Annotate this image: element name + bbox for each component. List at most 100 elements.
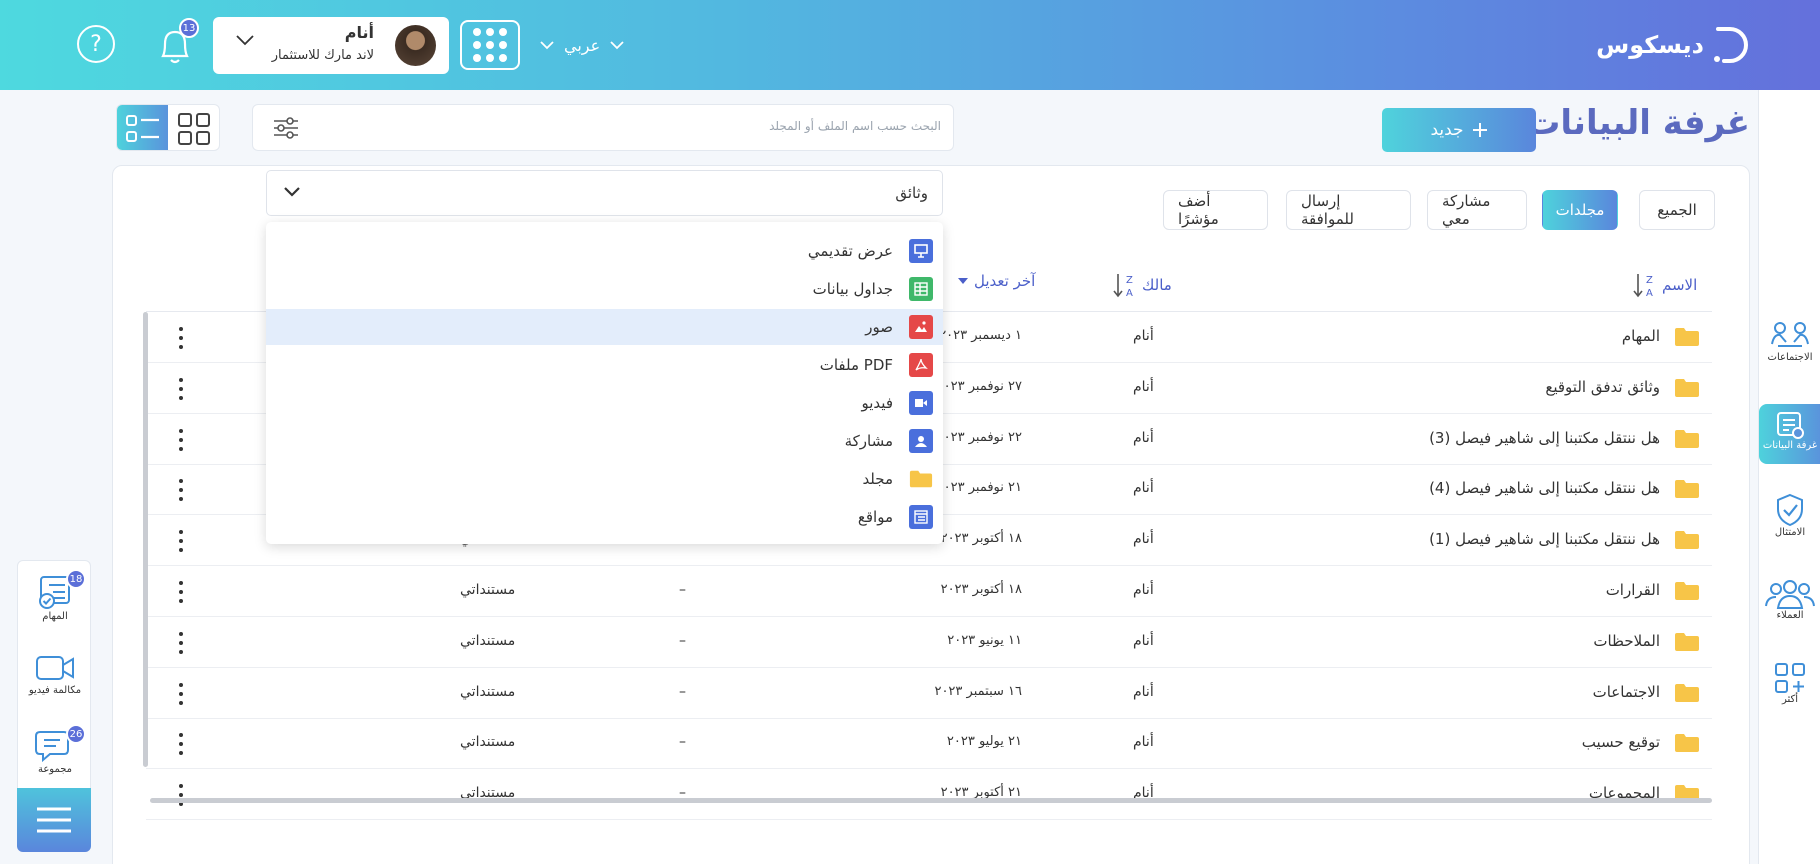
nav-more-label: أكثر <box>1781 694 1799 705</box>
nav-tasks[interactable]: المهام 18 <box>18 569 92 639</box>
help-button[interactable]: ? <box>77 25 115 63</box>
folder-icon <box>1675 429 1699 448</box>
folder-icon <box>1675 531 1699 550</box>
row-owner: أنام <box>1133 378 1154 395</box>
spreadsheet-icon <box>909 277 933 301</box>
table-row[interactable]: القرارات أنام ١٨ أكتوبر ٢٠٢٣ – مستنداتي <box>146 567 1712 617</box>
row-location: مستنداتي <box>460 632 516 649</box>
nav-compliance[interactable]: الامتثال <box>1759 493 1820 553</box>
column-header-name[interactable]: ZA الاسم <box>1632 272 1697 298</box>
chip-sent-for-approval[interactable]: إرسال للموافقة <box>1286 190 1411 230</box>
nav-video-call-label: مكالمة فيديو <box>28 685 82 696</box>
avatar <box>395 25 436 66</box>
vertical-scrollbar[interactable] <box>143 312 148 767</box>
file-type-option-label: جداول بيانات <box>812 280 893 298</box>
file-type-option[interactable]: مواقع <box>266 499 943 535</box>
row-modified: ١١ يونيو ٢٠٢٣ <box>947 632 1022 648</box>
grid-view-button[interactable] <box>168 105 219 150</box>
apps-grid-button[interactable] <box>460 20 520 70</box>
chip-shared-with-me[interactable]: مشاركة معي <box>1427 190 1527 230</box>
new-button[interactable]: جديد <box>1382 108 1536 152</box>
hamburger-menu-button[interactable] <box>17 788 91 852</box>
search-input[interactable]: البحث حسب اسم الملف أو المجلد <box>252 104 954 151</box>
row-more-icon[interactable] <box>176 376 186 402</box>
language-selector[interactable]: عربي <box>540 28 624 62</box>
row-owner: أنام <box>1133 531 1154 548</box>
nav-compliance-label: الامتثال <box>1774 527 1806 538</box>
language-label: عربي <box>564 35 601 55</box>
chevron-down-icon <box>540 41 554 50</box>
nav-group[interactable]: مجموعة 26 <box>18 724 92 790</box>
column-header-owner-label: مالك <box>1142 276 1172 294</box>
row-more-icon[interactable] <box>176 427 186 453</box>
apps-grid-icon <box>473 28 507 62</box>
file-type-option[interactable]: ملفات PDF <box>266 347 943 383</box>
file-type-option-label: صور <box>865 318 893 336</box>
file-type-option[interactable]: مشاركة <box>266 423 943 459</box>
logo-text: ديسكوس <box>1596 31 1704 59</box>
row-more-icon[interactable] <box>176 782 186 808</box>
help-icon: ? <box>90 31 102 57</box>
nav-video-call[interactable]: مكالمة فيديو <box>18 651 92 715</box>
row-more-icon[interactable] <box>176 579 186 605</box>
chevron-down-icon <box>236 35 254 46</box>
row-more-icon[interactable] <box>176 325 186 351</box>
column-header-modified[interactable]: آخر تعديل <box>958 272 1035 290</box>
notifications-button[interactable]: 13 <box>155 18 199 68</box>
row-name: توقيع حسيب <box>1581 733 1660 752</box>
row-name: وثائق تدفق التوقيع <box>1545 377 1660 396</box>
row-name: القرارات <box>1605 581 1660 599</box>
file-type-option[interactable]: جداول بيانات <box>266 271 943 307</box>
row-more-icon[interactable] <box>176 731 186 757</box>
list-view-icon <box>125 114 159 142</box>
video-call-icon <box>36 656 74 680</box>
nav-more[interactable]: أكثر <box>1759 662 1820 722</box>
row-more-icon[interactable] <box>176 681 186 707</box>
row-more-icon[interactable] <box>176 630 186 656</box>
table-row[interactable]: توقيع حسيب أنام ٢١ يوليو ٢٠٢٣ – مستنداتي <box>146 719 1712 770</box>
nav-clients[interactable]: العملاء <box>1759 578 1820 638</box>
row-owner: أنام <box>1133 582 1154 598</box>
filter-icon[interactable] <box>273 116 299 140</box>
table-row[interactable]: المجموعات أنام ٢١ أكتوبر ٢٠٢٣– مستنداتي <box>146 770 1712 821</box>
nav-meetings[interactable]: الاجتماعات <box>1759 320 1820 380</box>
row-more-icon[interactable] <box>176 477 186 503</box>
nav-dataroom[interactable]: غرفة البيانات <box>1759 404 1820 464</box>
file-type-select[interactable]: وثائق <box>266 170 943 216</box>
folder-icon <box>1675 378 1699 397</box>
chip-folders[interactable]: مجلدات <box>1542 190 1618 230</box>
row-owner: أنام <box>1133 328 1154 344</box>
column-header-name-label: الاسم <box>1662 276 1698 294</box>
file-type-option[interactable]: عرض تقديمي <box>266 233 943 269</box>
group-badge: 26 <box>66 724 86 744</box>
row-modified: ١٨ أكتوبر ٢٠٢٣ <box>940 582 1022 597</box>
file-type-option[interactable]: مجلد <box>266 461 943 497</box>
chip-add-bookmark[interactable]: أضف مؤشرًا <box>1163 190 1268 230</box>
row-size: – <box>679 632 686 649</box>
user-menu[interactable]: أنام لاند مارك للاستثمار <box>213 17 449 74</box>
table-row[interactable]: الاجتماعات أنام ١٦ سبتمبر ٢٠٢٣ – مستنداتي <box>146 669 1712 719</box>
file-type-option[interactable]: صور <box>266 309 943 345</box>
nav-meetings-label: الاجتماعات <box>1767 352 1813 363</box>
column-header-owner[interactable]: ZA مالك <box>1112 272 1172 298</box>
folder-icon <box>909 467 933 491</box>
search-placeholder: البحث حسب اسم الملف أو المجلد <box>769 119 941 133</box>
user-name: أنام <box>344 23 374 42</box>
app-logo[interactable]: ديسكوس <box>1596 18 1750 72</box>
file-type-option-label: ملفات PDF <box>819 356 893 374</box>
row-name: هل ننتقل مكتبنا إلى شاهير فيصل (3) <box>1429 428 1660 447</box>
file-type-option-label: فيديو <box>861 394 894 412</box>
plus-icon <box>1472 123 1487 137</box>
horizontal-scrollbar[interactable] <box>150 798 1712 803</box>
table-row[interactable]: الملاحظات أنام ١١ يونيو ٢٠٢٣ – مستنداتي <box>146 618 1712 668</box>
row-size: – <box>679 683 686 700</box>
right-sidebar: الاجتماعات غرفة البيانات الامتثال العملا… <box>1758 90 1820 864</box>
logo-mark-icon <box>1714 27 1748 63</box>
grid-view-icon <box>177 112 210 145</box>
list-view-button[interactable] <box>117 105 168 150</box>
chip-all[interactable]: الجميع <box>1639 190 1715 230</box>
file-type-option[interactable]: فيديو <box>266 385 943 421</box>
page-title: غرفة البيانات <box>1526 103 1750 143</box>
row-more-icon[interactable] <box>176 528 186 554</box>
row-name: الاجتماعات <box>1592 682 1660 701</box>
